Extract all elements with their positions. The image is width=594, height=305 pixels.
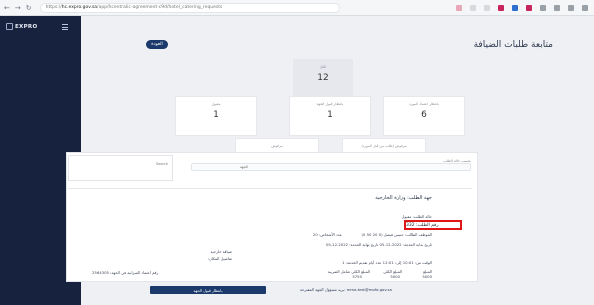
app-logo[interactable]: EXPRO <box>6 23 37 30</box>
amount-value: 5000 <box>422 274 432 279</box>
stat-label: الكل <box>319 65 327 69</box>
request-details-label: تفاصيل المكان: <box>207 256 232 261</box>
request-org: جهة الطلب: وزارة الخارجية <box>375 195 432 201</box>
stat-value: 6 <box>421 110 427 120</box>
request-type: ضيافة خارجية <box>210 249 232 254</box>
browser-extension-icon[interactable] <box>498 4 504 11</box>
stat-value: 1 <box>327 110 333 120</box>
total-with-tax-label: المبلغ الكلي شامل الضريبة <box>327 269 370 274</box>
search-label: Search <box>155 162 168 166</box>
browser-extension-icon[interactable] <box>568 4 574 11</box>
divider <box>68 188 472 189</box>
stat-value: 1 <box>213 110 219 120</box>
request-status: حالة الطلب: مقبول <box>401 214 432 219</box>
browser-extension-icon[interactable] <box>582 4 588 11</box>
browser-extension-icon[interactable] <box>456 4 462 11</box>
url-prefix: https:// <box>45 5 62 10</box>
browser-extension-icon[interactable] <box>484 4 490 11</box>
page-title: متابعة طلبات الضيافة <box>473 40 553 50</box>
search-input[interactable]: Search <box>68 155 173 181</box>
request-time: الوقت من: 10:01 إلى: 12:01 عدد أيام تقدي… <box>342 260 432 265</box>
logo-mark-icon <box>6 23 13 30</box>
reload-icon[interactable]: ↻ <box>26 4 32 12</box>
stat-label: مرفوض <box>271 144 283 148</box>
request-dates: تاريخ بداية الخدمة: 2022-12-05 تاريخ نها… <box>325 242 432 247</box>
forward-arrow-icon[interactable]: → <box>15 4 21 12</box>
total-with-tax-value: 5750 <box>352 274 362 279</box>
stat-label: بانتظار اعتماد المورد <box>409 102 439 106</box>
total-amount-value: 5000 <box>390 274 400 279</box>
request-attendees: عدد الأشخاص: 20 <box>312 232 342 237</box>
browser-extension-icon[interactable] <box>554 4 560 11</box>
browser-extension-icons <box>456 4 588 11</box>
request-requester: الموظف الطالب: جنيس فيصل (0 20 50 0) <box>361 232 432 237</box>
request-number-highlight: رقم الطلب: 332 <box>404 220 462 230</box>
budget-approval-number: رقم اعتماد الميزانية في الجهة: 2564305 <box>92 270 159 275</box>
browser-nav: ← → ↻ <box>4 4 32 12</box>
browser-extension-icon[interactable] <box>540 4 546 11</box>
back-arrow-icon[interactable]: ← <box>4 4 10 12</box>
stat-value: 12 <box>317 73 329 83</box>
stat-label: مرفوض (طلب من قبل المورد) <box>361 144 407 148</box>
request-number: رقم الطلب: 332 <box>406 222 439 228</box>
browser-extension-icon[interactable] <box>512 4 518 11</box>
back-button[interactable]: العودة <box>146 40 168 49</box>
menu-toggle-icon[interactable] <box>62 24 68 32</box>
pending-entity-acceptance-button[interactable]: بانتظار قبول الجهة <box>150 286 266 294</box>
url-path: /app/hcentralic-agreement-c9d/hotel_cate… <box>97 5 223 10</box>
url-domain: hc.expro.gov.sa <box>61 5 98 10</box>
address-bar[interactable]: https://hc.expro.gov.sa/app/hcentralic-a… <box>39 2 340 13</box>
stat-card-pending-supplier[interactable]: بانتظار اعتماد المورد 6 <box>383 96 465 136</box>
browser-extension-icon[interactable] <box>470 4 476 11</box>
stat-label: مقبول <box>211 102 221 106</box>
logo-text: EXPRO <box>15 23 38 30</box>
request-card: جهة الطلب: وزارة الخارجية حالة الطلب: مق… <box>68 192 472 280</box>
browser-toolbar: ← → ↻ https://hc.expro.gov.sa/app/hcentr… <box>0 0 594 16</box>
stat-card-pending-entity[interactable]: بانتظار قبول الجهة 1 <box>289 96 371 136</box>
stat-card-accepted[interactable]: مقبول 1 <box>175 96 257 136</box>
request-email: بريد مسؤول الجهة المقترحة: mma.test@mofa… <box>300 287 392 292</box>
status-filter-select[interactable]: الجهة <box>191 163 471 171</box>
browser-extension-icon[interactable] <box>526 4 532 11</box>
stat-label: بانتظار قبول الجهة <box>316 102 344 106</box>
